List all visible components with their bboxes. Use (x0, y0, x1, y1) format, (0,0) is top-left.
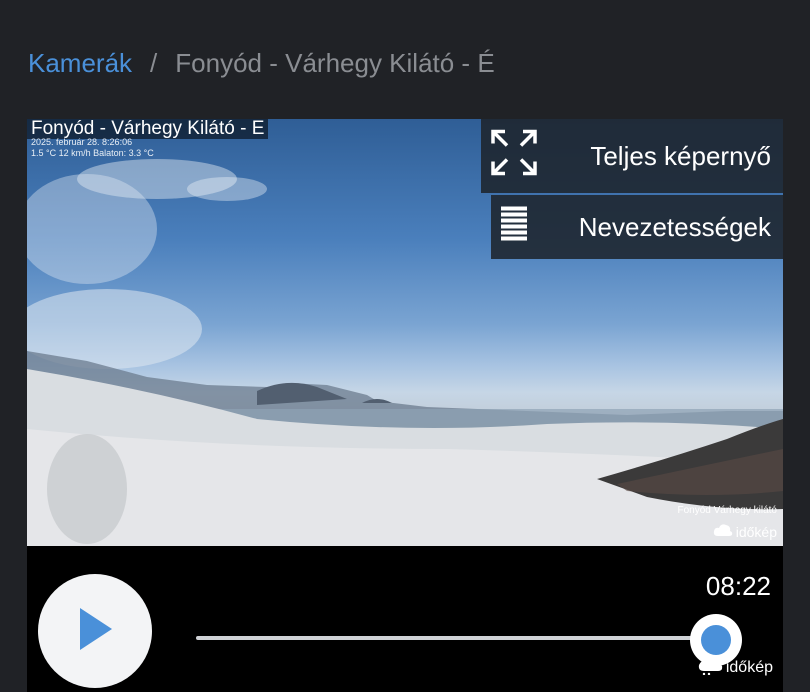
list-icon (501, 206, 527, 248)
player-controls: 08:22 időkép (27, 546, 783, 692)
camera-logo-text: időkép (735, 523, 777, 540)
fullscreen-button[interactable]: Teljes képernyő (481, 119, 783, 193)
breadcrumb-link-cameras[interactable]: Kamerák (28, 48, 132, 79)
fullscreen-label: Teljes képernyő (590, 140, 771, 171)
camera-overlay-weather: 1.5 °C 12 km/h Balaton: 3.3 °C (31, 148, 154, 158)
camera-overlay-title: Fonyód - Várhegy Kilátó - E (27, 119, 269, 139)
watermark-logo: időkép (698, 655, 773, 680)
camera-image[interactable]: Fonyód - Várhegy Kilátó - E 2025. februá… (27, 119, 783, 546)
cloud-icon (698, 655, 724, 680)
seek-thumb-inner (701, 625, 732, 655)
landmarks-button[interactable]: Nevezetességek (491, 195, 783, 259)
cloud-icon (713, 523, 733, 540)
camera-overlay-meta: 2025. február 28. 8:26:06 1.5 °C 12 km/h… (31, 137, 154, 159)
play-button[interactable] (38, 574, 152, 688)
seek-track[interactable] (196, 636, 741, 640)
expand-icon (491, 129, 537, 183)
breadcrumb-separator: / (150, 48, 158, 78)
watermark-text: időkép (725, 658, 773, 676)
camera-overlay-timestamp: 2025. február 28. 8:26:06 (31, 137, 133, 147)
camera-caption: Fonyód Várhegy kilátó (677, 505, 777, 516)
landmarks-label: Nevezetességek (578, 211, 771, 242)
camera-viewer: Fonyód - Várhegy Kilátó - E 2025. februá… (27, 119, 783, 692)
play-icon (76, 606, 114, 657)
current-time: 08:22 (705, 571, 771, 601)
breadcrumb-current: Fonyód - Várhegy Kilátó - É (175, 48, 495, 78)
breadcrumb: Kamerák / Fonyód - Várhegy Kilátó - É (28, 48, 495, 79)
camera-logo: időkép (713, 523, 777, 540)
